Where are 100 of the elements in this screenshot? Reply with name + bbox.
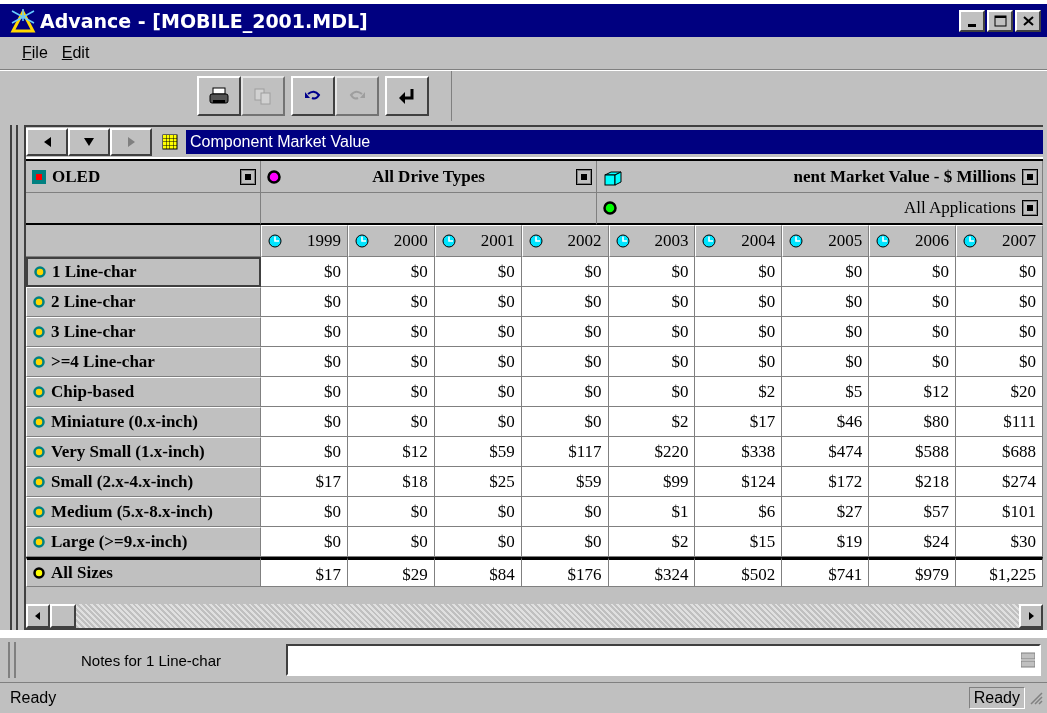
- table-cell: $117: [521, 437, 609, 467]
- table-cell: $338: [695, 437, 783, 467]
- table-cell: $0: [608, 347, 696, 377]
- table-cell: $19: [782, 527, 870, 557]
- left-arrow-button[interactable]: [26, 128, 68, 156]
- enter-button[interactable]: [385, 76, 429, 116]
- maximize-button[interactable]: [987, 9, 1013, 32]
- circle-marker-icon: [603, 201, 617, 215]
- notes-field[interactable]: [286, 644, 1041, 676]
- scroll-left-button[interactable]: [26, 604, 50, 628]
- selector-button[interactable]: [240, 168, 256, 185]
- menu-item[interactable]: File: [22, 44, 48, 62]
- table-cell: $30: [956, 527, 1043, 557]
- window-title: Advance - [MOBILE_2001.MDL]: [40, 9, 369, 32]
- table-cell: $0: [261, 407, 348, 437]
- table-cell: $2: [608, 407, 696, 437]
- clock-icon: [528, 234, 543, 248]
- table-cell: $0: [782, 347, 870, 377]
- table-cell: $324: [608, 557, 696, 587]
- table-cell: $218: [869, 467, 957, 497]
- table-cell: $2: [608, 527, 696, 557]
- close-button[interactable]: [1015, 9, 1041, 32]
- row-header[interactable]: >=4 Line-char: [26, 347, 261, 377]
- table-cell: $0: [782, 287, 870, 317]
- row-header[interactable]: Miniature (0.x-inch): [26, 407, 261, 437]
- grid-icon: [162, 134, 178, 150]
- row-header[interactable]: Medium (5.x-8.x-inch): [26, 497, 261, 527]
- column-header: 2005: [827, 231, 863, 251]
- table-cell: $0: [261, 257, 348, 287]
- selector-button[interactable]: [1022, 168, 1038, 185]
- table-cell: $12: [869, 377, 957, 407]
- table-cell: $111: [956, 407, 1043, 437]
- table-cell: $0: [695, 347, 783, 377]
- table-cell: $0: [261, 437, 348, 467]
- dropdown-button[interactable]: [68, 128, 110, 156]
- table-cell: $12: [347, 437, 435, 467]
- circle-marker-icon: [33, 356, 45, 368]
- row-header[interactable]: 1 Line-char: [26, 257, 261, 287]
- table-cell: $18: [347, 467, 435, 497]
- table-cell: $0: [956, 347, 1043, 377]
- table-cell: $24: [869, 527, 957, 557]
- table-cell: $1: [608, 497, 696, 527]
- clock-icon: [268, 234, 282, 248]
- circle-marker-icon: [33, 506, 45, 518]
- clock-icon: [702, 234, 717, 248]
- selector-button[interactable]: [576, 168, 592, 185]
- table-cell: $172: [782, 467, 870, 497]
- table-cell: $6: [695, 497, 783, 527]
- table-cell: $59: [434, 437, 522, 467]
- square-marker-icon: [32, 169, 46, 184]
- row-header[interactable]: Chip-based: [26, 377, 261, 407]
- table-cell: $0: [956, 257, 1043, 287]
- dimension-label: nent Market Value - $ Millions: [792, 166, 1016, 187]
- circle-marker-icon: [33, 416, 45, 428]
- dimension-label: OLED: [52, 166, 102, 187]
- row-header[interactable]: Large (>=9.x-inch): [26, 527, 261, 557]
- table-cell: $0: [347, 377, 435, 407]
- undo-button[interactable]: [291, 76, 335, 116]
- table-cell: $0: [434, 287, 522, 317]
- row-header[interactable]: Very Small (1.x-inch): [26, 437, 261, 467]
- clock-icon: [441, 234, 456, 248]
- column-header: 2001: [479, 231, 515, 251]
- scroll-right-button[interactable]: [1019, 604, 1043, 628]
- gripper-bar: [8, 642, 16, 678]
- table-cell: $979: [869, 557, 957, 587]
- table-cell: $0: [869, 347, 957, 377]
- view-title[interactable]: Component Market Value: [186, 130, 1043, 154]
- table-cell: $0: [347, 347, 435, 377]
- table-cell: $0: [434, 257, 522, 287]
- selector-button[interactable]: [1022, 200, 1038, 216]
- column-header: 1999: [305, 231, 341, 251]
- row-header[interactable]: Small (2.x-4.x-inch): [26, 467, 261, 497]
- table-cell: $0: [869, 287, 957, 317]
- table-cell: $176: [521, 557, 609, 587]
- spin-button[interactable]: [1021, 651, 1035, 669]
- table-cell: $220: [608, 437, 696, 467]
- dimension-label: All Applications: [903, 198, 1016, 218]
- table-cell: $46: [782, 407, 870, 437]
- table-cell: $99: [608, 467, 696, 497]
- table-cell: $2: [695, 377, 783, 407]
- triangle-right-icon: [125, 136, 137, 148]
- circle-marker-icon: [33, 446, 45, 458]
- table-cell: $5: [782, 377, 870, 407]
- menu-item[interactable]: Edit: [61, 44, 90, 62]
- caret-down-icon: [83, 136, 95, 148]
- circle-marker-icon: [33, 476, 45, 488]
- row-header[interactable]: All Sizes: [26, 557, 261, 587]
- table-cell: $0: [434, 347, 522, 377]
- minimize-button[interactable]: [959, 9, 985, 32]
- table-cell: $0: [347, 257, 435, 287]
- column-header: 2004: [740, 231, 776, 251]
- table-cell: $0: [521, 497, 609, 527]
- row-header[interactable]: 2 Line-char: [26, 287, 261, 317]
- table-cell: $57: [869, 497, 957, 527]
- table-cell: $0: [347, 527, 435, 557]
- table-cell: $0: [347, 287, 435, 317]
- table-cell: $17: [695, 407, 783, 437]
- print-button[interactable]: [197, 76, 241, 116]
- scroll-thumb[interactable]: [50, 604, 76, 628]
- row-header[interactable]: 3 Line-char: [26, 317, 261, 347]
